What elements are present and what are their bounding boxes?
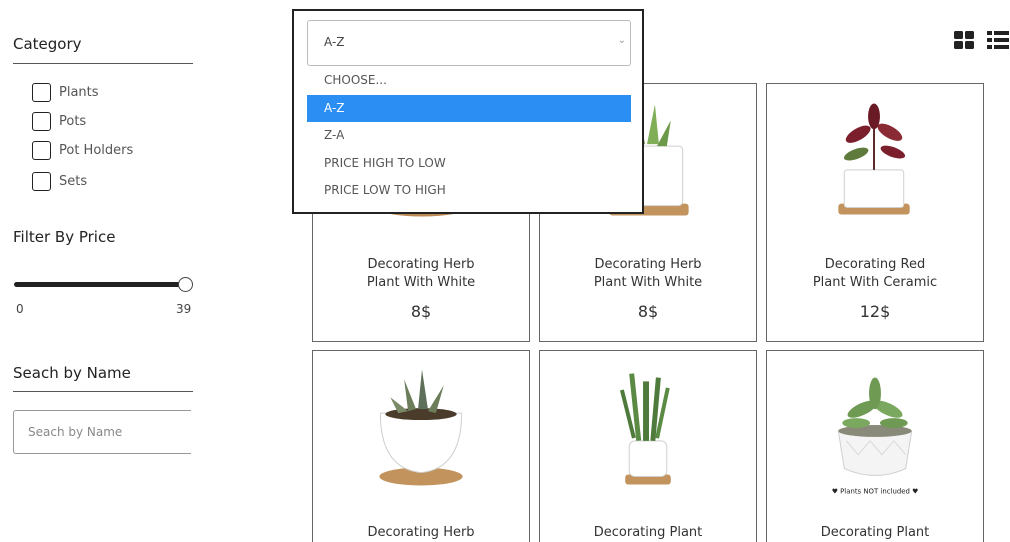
product-price: 8$ (410, 302, 432, 321)
product-card[interactable]: Decorating Herb (312, 350, 530, 542)
sort-options-list: CHOOSE... A-Z Z-A PRICE HIGH TO LOW PRIC… (307, 67, 631, 205)
product-name: Decorating Plant (820, 525, 930, 540)
product-card[interactable]: ♥ Plants NOT included ♥ Decorating Plant (766, 350, 984, 542)
product-card[interactable]: Decorating Plant (539, 350, 757, 542)
category-heading: Category (13, 35, 82, 53)
price-max-label: 39 (176, 302, 192, 316)
product-price: 8$ (637, 302, 659, 321)
pots-checkbox[interactable] (32, 111, 51, 131)
pot-holders-checkbox[interactable] (32, 140, 51, 160)
product-name: Decorating Herb (367, 257, 475, 272)
succulent-round-pot-image (379, 369, 463, 486)
category-label: Pots (59, 113, 87, 129)
sets-checkbox[interactable] (32, 171, 51, 191)
price-slider-thumb[interactable] (178, 277, 193, 292)
product-name-line2: Plant With White (593, 275, 703, 290)
cactus-pot-image (619, 373, 671, 485)
sort-option-price-low-to-high[interactable]: PRICE LOW TO HIGH (307, 177, 631, 205)
grid-view-icon[interactable] (953, 30, 975, 50)
name-search-heading: Seach by Name (13, 364, 131, 382)
chevron-down-icon[interactable]: ⌄ (618, 35, 626, 46)
product-name: Decorating Herb (594, 257, 702, 272)
category-label: Pot Holders (59, 142, 134, 158)
category-item-plants[interactable]: Plants (32, 82, 99, 102)
sort-dropdown-frame: A-Z ⌄ CHOOSE... A-Z Z-A PRICE HIGH TO LO… (292, 9, 644, 214)
price-slider-track[interactable] (14, 282, 186, 287)
product-name-line2: Plant With White (366, 275, 476, 290)
category-label: Sets (59, 173, 88, 189)
product-name: Decorating Plant (593, 525, 703, 540)
category-item-pots[interactable]: Pots (32, 111, 86, 131)
sort-option-choose[interactable]: CHOOSE... (307, 67, 631, 95)
succulent-geometric-pot-image: ♥ Plants NOT included ♥ (832, 377, 919, 495)
sort-option-z-a[interactable]: Z-A (307, 122, 631, 150)
name-search-divider (13, 391, 193, 392)
plants-checkbox[interactable] (32, 82, 51, 102)
category-divider (13, 63, 193, 64)
sort-option-price-high-to-low[interactable]: PRICE HIGH TO LOW (307, 150, 631, 178)
price-heading: Filter By Price (13, 228, 116, 246)
price-min-label: 0 (16, 302, 24, 316)
product-price: 12$ (859, 302, 891, 321)
product-name: Decorating Herb (367, 525, 475, 540)
category-label: Plants (59, 84, 99, 100)
product-name: Decorating Red (824, 257, 926, 272)
product-card[interactable]: Decorating Red Plant With Ceramic 12$ (766, 83, 984, 342)
category-item-sets[interactable]: Sets (32, 171, 87, 191)
list-view-icon[interactable] (987, 30, 1009, 50)
red-plant-square-pot-image (838, 103, 910, 215)
name-search-input[interactable] (13, 410, 191, 454)
sort-option-a-z[interactable]: A-Z (307, 94, 631, 122)
image-caption: ♥ Plants NOT included ♥ (832, 487, 919, 495)
category-item-pot-holders[interactable]: Pot Holders (32, 140, 133, 160)
product-name-line2: Plant With Ceramic (812, 275, 938, 290)
sort-select[interactable]: A-Z ⌄ (307, 20, 631, 66)
sort-selected-value: A-Z (324, 35, 345, 49)
